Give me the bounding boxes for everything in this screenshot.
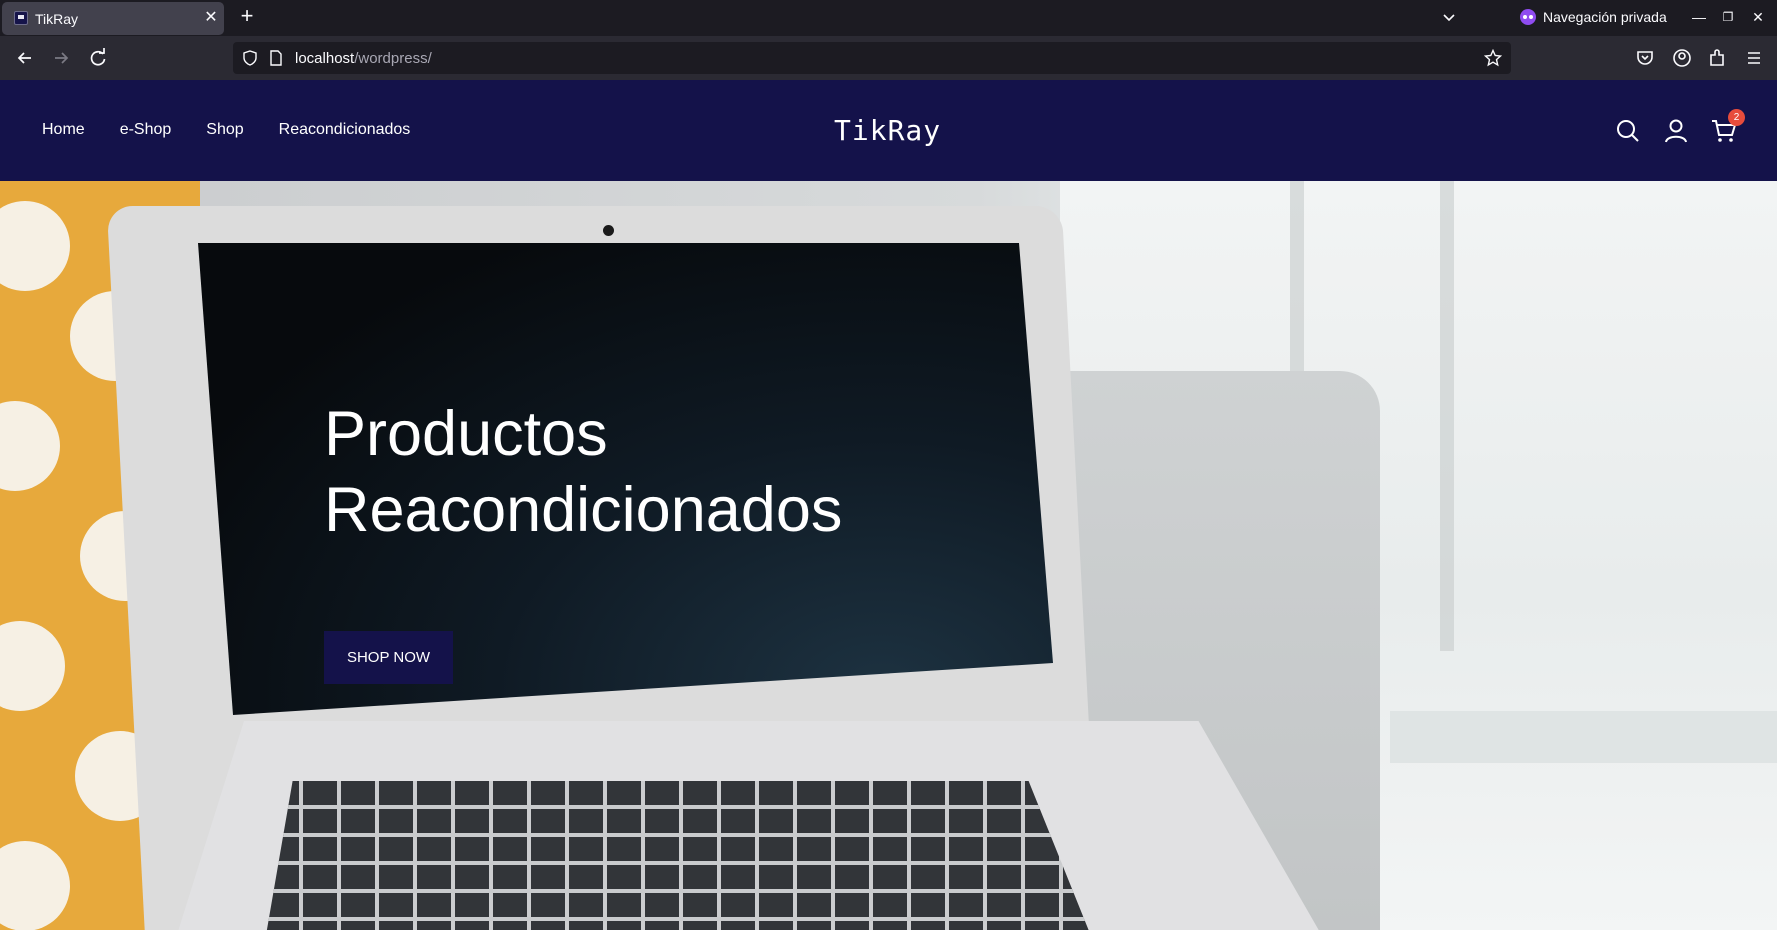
close-tab-icon[interactable]: ✕: [201, 8, 221, 28]
site-logo[interactable]: TikRay: [834, 114, 941, 147]
main-navigation: Home e-Shop Shop Reacondicionados: [42, 121, 410, 139]
forward-icon[interactable]: [50, 47, 72, 69]
menu-icon[interactable]: [1743, 47, 1765, 69]
user-account-icon[interactable]: [1663, 118, 1689, 144]
navigation-toolbar: localhost/wordpress/: [0, 36, 1777, 80]
laptop-camera: [603, 225, 614, 236]
hero-title-line2: Reacondicionados: [324, 475, 843, 545]
web-page: Home e-Shop Shop Reacondicionados TikRay…: [0, 80, 1777, 930]
back-icon[interactable]: [14, 47, 36, 69]
cart-count-badge: 2: [1728, 109, 1745, 126]
url-bar[interactable]: localhost/wordpress/: [233, 42, 1511, 74]
new-tab-button[interactable]: +: [236, 5, 258, 28]
hero-title: Productos Reacondicionados: [324, 396, 842, 548]
nav-link-home[interactable]: Home: [42, 121, 85, 139]
site-favicon-icon: [14, 11, 28, 25]
tracking-protection-shield-icon[interactable]: [242, 50, 258, 66]
private-browsing-label: Navegación privada: [1543, 9, 1667, 25]
tab-title: TikRay: [35, 11, 79, 27]
url-text: localhost/wordpress/: [295, 50, 432, 67]
shop-now-button[interactable]: SHOP NOW: [324, 631, 453, 684]
close-window-button[interactable]: ✕: [1747, 6, 1769, 28]
window-frame-bar: [1440, 181, 1454, 651]
nav-link-shop[interactable]: Shop: [206, 121, 243, 139]
tab-strip: TikRay ✕ + Navegación privada — ❐ ✕: [0, 0, 1777, 36]
nav-link-reacondicionados[interactable]: Reacondicionados: [279, 121, 411, 139]
page-info-icon[interactable]: [269, 50, 283, 66]
private-browsing-indicator: Navegación privada: [1520, 9, 1667, 25]
hero-title-line1: Productos: [324, 399, 608, 469]
list-all-tabs-icon[interactable]: [1440, 8, 1458, 26]
url-path: /wordpress/: [354, 50, 432, 67]
minimize-button[interactable]: —: [1688, 6, 1710, 28]
search-icon[interactable]: [1615, 118, 1641, 144]
window-sill: [1390, 711, 1777, 763]
account-icon[interactable]: [1671, 47, 1693, 69]
bookmark-star-icon[interactable]: [1484, 49, 1502, 67]
extensions-icon[interactable]: [1707, 47, 1729, 69]
site-header: Home e-Shop Shop Reacondicionados TikRay…: [0, 80, 1777, 181]
pocket-icon[interactable]: [1634, 47, 1656, 69]
browser-tab[interactable]: TikRay ✕: [2, 2, 224, 35]
hero-banner: Productos Reacondicionados SHOP NOW: [0, 181, 1777, 930]
restore-button[interactable]: ❐: [1717, 6, 1739, 28]
nav-link-e-shop[interactable]: e-Shop: [120, 121, 172, 139]
private-mask-icon: [1520, 9, 1536, 25]
reload-icon[interactable]: [87, 47, 109, 69]
url-host: localhost: [295, 50, 355, 67]
